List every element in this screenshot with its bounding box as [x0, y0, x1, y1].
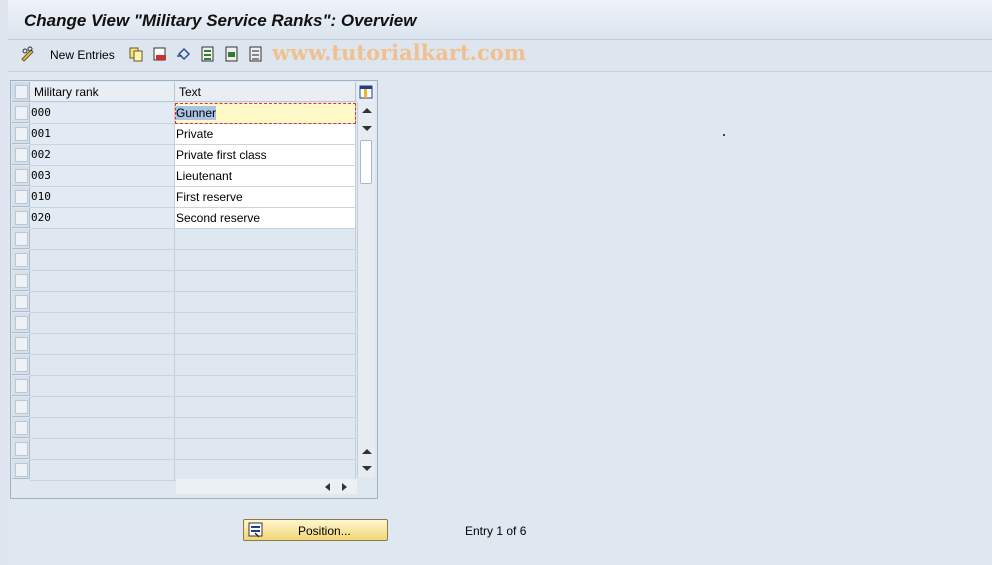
text-cell: [175, 229, 356, 250]
military-rank-cell: [30, 229, 175, 250]
row-selector[interactable]: [12, 397, 30, 417]
text-cell: [175, 334, 356, 355]
text-cell[interactable]: Lieutenant: [175, 166, 356, 187]
row-selector[interactable]: [12, 313, 30, 333]
undo-icon[interactable]: [176, 46, 192, 62]
text-cell[interactable]: Private first class: [175, 145, 356, 166]
text-cell[interactable]: First reserve: [175, 187, 356, 208]
text-cell[interactable]: Private: [175, 124, 356, 145]
row-selector[interactable]: [12, 145, 30, 165]
column-header-military-rank[interactable]: Military rank: [30, 82, 175, 102]
deselect-all-icon[interactable]: [248, 46, 264, 62]
military-rank-cell: [30, 397, 175, 418]
row-selector[interactable]: [12, 103, 30, 123]
vertical-scrollbar[interactable]: [357, 102, 375, 477]
column-header-text[interactable]: Text: [175, 82, 356, 102]
military-rank-cell: [30, 334, 175, 355]
military-rank-cell: [30, 418, 175, 439]
row-selector[interactable]: [12, 355, 30, 375]
table-settings-icon[interactable]: [357, 82, 375, 103]
military-rank-cell: [30, 376, 175, 397]
row-selector[interactable]: [12, 334, 30, 354]
application-toolbar: New Entries www.tutorialkart.com: [8, 40, 992, 72]
text-cell: [175, 292, 356, 313]
military-rank-cell: 000: [30, 103, 175, 124]
copy-icon[interactable]: [128, 46, 144, 62]
new-entries-button[interactable]: New Entries: [50, 48, 115, 62]
position-button-label: Position...: [298, 524, 351, 538]
row-selector[interactable]: [12, 418, 30, 438]
text-cell: [175, 418, 356, 439]
position-button[interactable]: Position...: [243, 519, 388, 541]
row-selector[interactable]: [12, 250, 30, 270]
page-up-icon[interactable]: [362, 449, 372, 454]
scroll-thumb[interactable]: [360, 140, 372, 184]
text-cell: [175, 376, 356, 397]
text-cell: [175, 460, 356, 481]
row-selector[interactable]: [12, 208, 30, 228]
military-rank-cell: [30, 439, 175, 460]
text-cell: [175, 313, 356, 334]
cursor-dot: [723, 134, 725, 136]
watermark: www.tutorialkart.com: [272, 40, 526, 65]
select-all-icon[interactable]: [200, 46, 216, 62]
row-selector[interactable]: [12, 271, 30, 291]
horizontal-scrollbar[interactable]: [176, 479, 357, 494]
text-cell: [175, 397, 356, 418]
table-control: Military rank Text 000 Gunner 001 Private 00…: [10, 80, 378, 499]
military-rank-cell: [30, 460, 175, 481]
row-selector[interactable]: [12, 229, 30, 249]
text-cell: [175, 355, 356, 376]
military-rank-cell: [30, 355, 175, 376]
text-cell[interactable]: Gunner: [175, 103, 356, 124]
delete-icon[interactable]: [152, 46, 168, 62]
row-selector[interactable]: [12, 124, 30, 144]
military-rank-cell: 001: [30, 124, 175, 145]
military-rank-cell: 020: [30, 208, 175, 229]
select-all-rows-button[interactable]: [12, 82, 30, 102]
row-selector[interactable]: [12, 439, 30, 459]
position-icon: [248, 522, 264, 541]
scroll-down-icon[interactable]: [362, 126, 372, 131]
military-rank-cell: [30, 271, 175, 292]
scroll-right-icon[interactable]: [342, 483, 347, 491]
row-selector[interactable]: [12, 460, 30, 479]
row-selector[interactable]: [12, 292, 30, 312]
military-rank-cell: 002: [30, 145, 175, 166]
entry-counter: Entry 1 of 6: [465, 524, 527, 538]
military-rank-cell: 003: [30, 166, 175, 187]
page-title: Change View "Military Service Ranks": Ov…: [24, 11, 417, 30]
military-rank-cell: [30, 313, 175, 334]
scroll-left-icon[interactable]: [325, 483, 330, 491]
page-down-icon[interactable]: [362, 466, 372, 471]
military-rank-cell: [30, 292, 175, 313]
text-cell-value[interactable]: Gunner: [176, 106, 217, 120]
select-block-icon[interactable]: [224, 46, 240, 62]
row-selector[interactable]: [12, 187, 30, 207]
military-rank-cell: [30, 250, 175, 271]
text-cell: [175, 439, 356, 460]
text-cell[interactable]: Second reserve: [175, 208, 356, 229]
scroll-up-icon[interactable]: [362, 108, 372, 113]
row-selector[interactable]: [12, 376, 30, 396]
military-rank-cell: 010: [30, 187, 175, 208]
row-selector[interactable]: [12, 166, 30, 186]
pencil-glasses-icon[interactable]: [20, 46, 36, 62]
text-cell: [175, 271, 356, 292]
title-bar: Change View "Military Service Ranks": Ov…: [8, 0, 992, 40]
text-cell: [175, 250, 356, 271]
